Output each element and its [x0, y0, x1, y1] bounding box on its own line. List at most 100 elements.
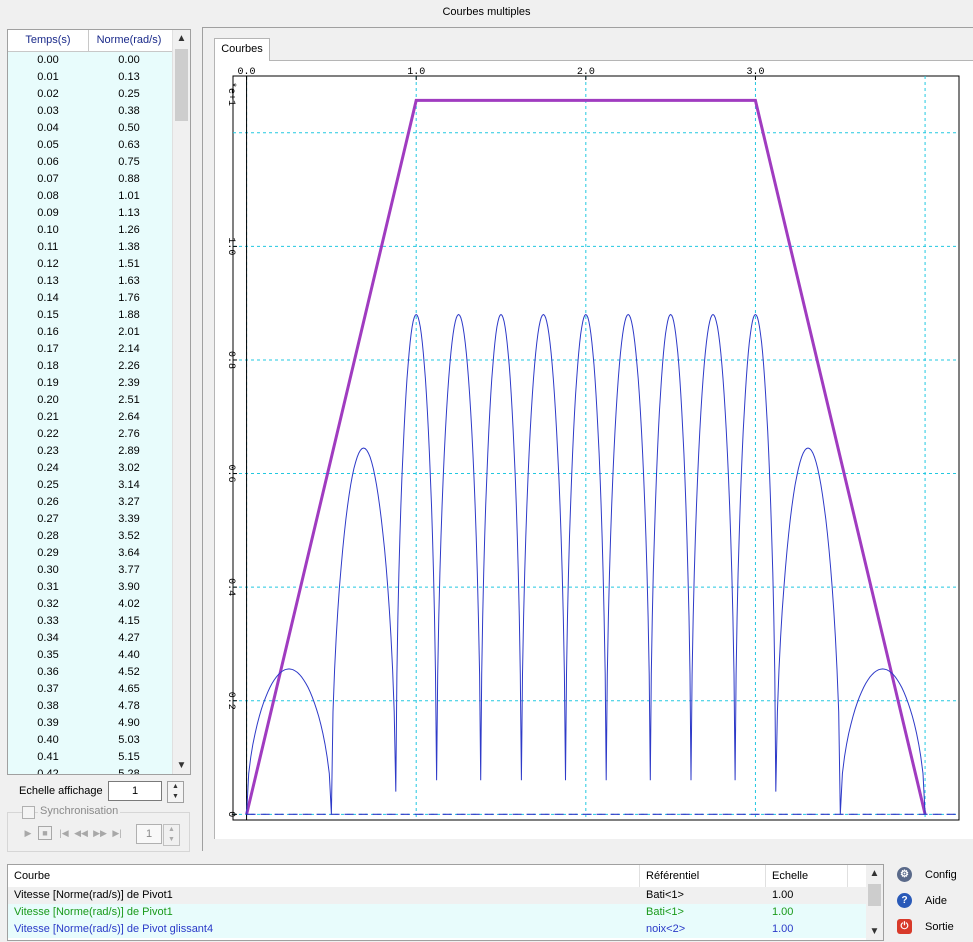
- table-row[interactable]: 0.20 2.51: [8, 392, 173, 409]
- cell-norm: 1.51: [118, 258, 140, 270]
- aide-label: Aide: [925, 895, 948, 907]
- table-row[interactable]: 0.42 5.28: [8, 766, 173, 774]
- table-row[interactable]: 0.24 3.02: [8, 460, 173, 477]
- table-row[interactable]: 0.22 2.76: [8, 426, 173, 443]
- curve-row[interactable]: Vitesse [Norme(rad/s)] de Pivot1 Bati<1> 1…: [8, 904, 866, 921]
- table-row[interactable]: 0.12 1.51: [8, 256, 173, 273]
- cell-norm: 3.39: [118, 513, 140, 525]
- curve-row[interactable]: Vitesse [Norme(rad/s)] de Pivot1 Bati<1> 1…: [8, 887, 866, 904]
- aide-button[interactable]: ? Aide: [895, 890, 965, 912]
- table-row[interactable]: 0.36 4.52: [8, 664, 173, 681]
- cell-norm: 4.15: [118, 615, 140, 627]
- table-row[interactable]: 0.11 1.38: [8, 239, 173, 256]
- table-row[interactable]: 0.34 4.27: [8, 630, 173, 647]
- table-row[interactable]: 0.09 1.13: [8, 205, 173, 222]
- cell-norm: 4.52: [118, 666, 140, 678]
- spin-down-icon[interactable]: ▼: [168, 792, 183, 802]
- table-row[interactable]: 0.04 0.50: [8, 120, 173, 137]
- scroll-up-icon[interactable]: ▲: [173, 30, 190, 47]
- table-row[interactable]: 0.21 2.64: [8, 409, 173, 426]
- table-row[interactable]: 0.18 2.26: [8, 358, 173, 375]
- list-header-scale[interactable]: Echelle: [766, 865, 848, 887]
- curve-scale: 1.00: [772, 923, 794, 935]
- table-row[interactable]: 0.35 4.40: [8, 647, 173, 664]
- table-row[interactable]: 0.39 4.90: [8, 715, 173, 732]
- frame-spinner[interactable]: ▲ ▼: [163, 824, 180, 846]
- list-header-ref[interactable]: Référentiel: [640, 865, 766, 887]
- table-scrollbar[interactable]: ▲ ▼: [172, 30, 190, 774]
- cell-norm: 3.77: [118, 564, 140, 576]
- cell-time: 0.14: [37, 292, 59, 304]
- list-header-curve[interactable]: Courbe: [8, 865, 640, 887]
- column-header-time[interactable]: Temps(s): [8, 30, 89, 51]
- table-row[interactable]: 0.26 3.27: [8, 494, 173, 511]
- curve-list[interactable]: Courbe Référentiel Echelle Vitesse [Norm…: [7, 864, 884, 941]
- cell-time: 0.12: [37, 258, 59, 270]
- last-frame-icon[interactable]: ▶|: [110, 826, 124, 840]
- echelle-spinner[interactable]: ▲ ▼: [167, 781, 184, 803]
- frame-input[interactable]: 1: [136, 824, 162, 844]
- table-row[interactable]: 0.00 0.00: [8, 52, 173, 69]
- table-row[interactable]: 0.01 0.13: [8, 69, 173, 86]
- column-header-norm[interactable]: Norme(rad/s): [89, 30, 169, 51]
- frame-spin-up-icon[interactable]: ▲: [164, 825, 179, 835]
- cell-norm: 4.40: [118, 649, 140, 661]
- frame-spin-down-icon[interactable]: ▼: [164, 835, 179, 845]
- table-header: Temps(s) Norme(rad/s): [8, 30, 173, 52]
- scroll-thumb[interactable]: [175, 49, 188, 121]
- table-row[interactable]: 0.29 3.64: [8, 545, 173, 562]
- table-row[interactable]: 0.07 0.88: [8, 171, 173, 188]
- sortie-button[interactable]: ⏻ Sortie: [895, 916, 965, 938]
- table-row[interactable]: 0.23 2.89: [8, 443, 173, 460]
- table-row[interactable]: 0.38 4.78: [8, 698, 173, 715]
- rewind-icon[interactable]: ◀◀: [74, 826, 88, 840]
- table-row[interactable]: 0.40 5.03: [8, 732, 173, 749]
- table-row[interactable]: 0.37 4.65: [8, 681, 173, 698]
- cell-time: 0.30: [37, 564, 59, 576]
- cell-norm: 3.27: [118, 496, 140, 508]
- play-icon[interactable]: ▶: [21, 826, 35, 840]
- stop-icon[interactable]: ■: [38, 826, 52, 840]
- echelle-input[interactable]: 1: [108, 781, 162, 801]
- cell-norm: 4.02: [118, 598, 140, 610]
- cell-norm: 5.28: [118, 768, 140, 774]
- table-row[interactable]: 0.41 5.15: [8, 749, 173, 766]
- list-scroll-thumb[interactable]: [868, 884, 881, 906]
- list-scroll-down-icon[interactable]: ▼: [866, 923, 883, 940]
- fast-forward-icon[interactable]: ▶▶: [93, 826, 107, 840]
- curve-row[interactable]: Vitesse [Norme(rad/s)] de Pivot glissant…: [8, 921, 866, 938]
- first-frame-icon[interactable]: |◀: [57, 826, 71, 840]
- table-row[interactable]: 0.16 2.01: [8, 324, 173, 341]
- table-row[interactable]: 0.05 0.63: [8, 137, 173, 154]
- list-scroll-up-icon[interactable]: ▲: [866, 865, 883, 882]
- table-row[interactable]: 0.31 3.90: [8, 579, 173, 596]
- cell-norm: 2.89: [118, 445, 140, 457]
- table-row[interactable]: 0.08 1.01: [8, 188, 173, 205]
- config-button[interactable]: ⚙ Config: [895, 864, 965, 886]
- table-row[interactable]: 0.17 2.14: [8, 341, 173, 358]
- table-row[interactable]: 0.32 4.02: [8, 596, 173, 613]
- sync-checkbox[interactable]: [22, 806, 35, 819]
- spin-up-icon[interactable]: ▲: [168, 782, 183, 792]
- cell-norm: 2.76: [118, 428, 140, 440]
- list-scrollbar[interactable]: ▲ ▼: [866, 865, 883, 940]
- table-row[interactable]: 0.28 3.52: [8, 528, 173, 545]
- cell-time: 0.21: [37, 411, 59, 423]
- data-table[interactable]: Temps(s) Norme(rad/s) 0.00 0.00 0.01 0.13 0.…: [7, 29, 191, 775]
- chart[interactable]: 0.0 1.0 2.0 3.000.20.40.60.81.0*e+1: [219, 62, 963, 834]
- table-row[interactable]: 0.27 3.39: [8, 511, 173, 528]
- table-row[interactable]: 0.30 3.77: [8, 562, 173, 579]
- table-row[interactable]: 0.10 1.26: [8, 222, 173, 239]
- cell-time: 0.33: [37, 615, 59, 627]
- tab-courbes[interactable]: Courbes: [214, 38, 270, 61]
- table-row[interactable]: 0.33 4.15: [8, 613, 173, 630]
- table-row[interactable]: 0.15 1.88: [8, 307, 173, 324]
- table-row[interactable]: 0.25 3.14: [8, 477, 173, 494]
- table-row[interactable]: 0.02 0.25: [8, 86, 173, 103]
- table-row[interactable]: 0.13 1.63: [8, 273, 173, 290]
- table-row[interactable]: 0.14 1.76: [8, 290, 173, 307]
- scroll-down-icon[interactable]: ▼: [173, 757, 190, 774]
- table-row[interactable]: 0.06 0.75: [8, 154, 173, 171]
- table-row[interactable]: 0.19 2.39: [8, 375, 173, 392]
- table-row[interactable]: 0.03 0.38: [8, 103, 173, 120]
